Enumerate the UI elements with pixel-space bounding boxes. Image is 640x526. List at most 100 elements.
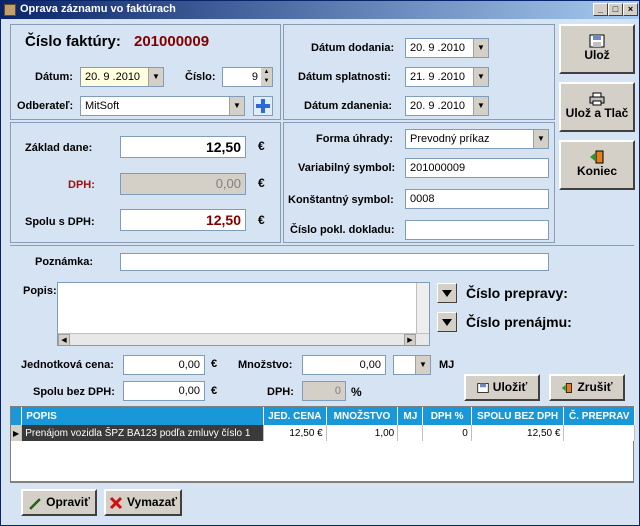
column-header[interactable]: SPOLU BEZ DPH [471,407,565,425]
variable-symbol-field[interactable]: 201000009 [405,158,549,178]
due-date-dropdown-icon[interactable]: ▼ [473,68,488,86]
tax-base-field[interactable]: 12,50 [120,136,246,158]
cell-transport-number[interactable] [563,425,635,441]
delivery-date-dropdown-icon[interactable]: ▼ [473,39,488,57]
save-item-button[interactable]: Uložiť [464,374,540,401]
subtotal-field[interactable]: 0,00 [123,381,205,401]
cell-subtotal[interactable]: 12,50 € [471,425,565,441]
total-currency: € [258,213,265,227]
number-spinner[interactable]: 9 ▲ ▼ [222,67,273,87]
maximize-button[interactable]: □ [608,3,623,16]
constant-symbol-field[interactable]: 0008 [405,189,549,209]
date-label: Dátum: [35,71,73,83]
rental-number-label: Číslo prenájmu: [466,314,572,330]
column-header[interactable]: DPH % [422,407,472,425]
total-label: Spolu s DPH: [25,216,95,228]
unit-label: MJ [439,359,455,371]
quantity-field[interactable]: 0,00 [302,355,386,375]
window-title: Oprava záznamu vo faktúrach [20,3,176,15]
divider [10,482,634,483]
spinner-arrows-icon[interactable]: ▲ ▼ [261,68,272,86]
tax-date-label: Dátum zdanenia: [304,100,393,112]
items-table: POPIS JED. CENA MNOŽSTVO MJ DPH % SPOLU … [10,406,635,482]
unit-dropdown-icon[interactable]: ▼ [415,356,430,374]
total-field: 12,50 [120,209,246,231]
delivery-date-label: Dátum dodania: [311,42,395,54]
vat-field: 0,00 [120,173,246,195]
delete-button[interactable]: Vymazať [104,489,182,516]
cell-unit[interactable] [397,425,424,441]
printer-icon [589,92,605,106]
item-vat-percent: % [351,385,362,399]
customer-select[interactable]: MitSoft ▼ [80,96,245,116]
table-header: POPIS JED. CENA MNOŽSTVO MJ DPH % SPOLU … [11,407,635,425]
description-textarea[interactable]: ◀ ▶ [57,282,430,346]
cell-description[interactable]: Prenájom vozidla ŠPZ BA123 podľa zmluvy … [21,425,264,441]
customer-dropdown-icon[interactable]: ▼ [229,97,244,115]
delivery-date-field[interactable]: 20. 9 .2010 ▼ [405,38,489,58]
description-label: Popis: [23,285,57,297]
constant-symbol-label: Konštantný symbol: [288,194,394,206]
subtotal-currency: € [211,385,218,397]
item-vat-field: 0 [302,381,346,401]
cash-receipt-label: Číslo pokl. dokladu: [290,224,395,236]
table-row[interactable]: ▶ Prenájom vozidla ŠPZ BA123 podľa zmluv… [11,425,635,441]
date-dropdown-icon[interactable]: ▼ [148,68,163,86]
rental-number-dropdown[interactable] [437,312,457,332]
note-field[interactable] [120,253,549,271]
description-hscrollbar[interactable]: ◀ ▶ [58,333,429,345]
column-header[interactable]: JED. CENA [263,407,327,425]
tax-date-dropdown-icon[interactable]: ▼ [473,97,488,115]
add-customer-button[interactable] [253,96,273,116]
plus-icon [256,99,270,113]
column-header[interactable]: Č. PREPRAV [563,407,635,425]
unit-price-currency: € [211,358,218,370]
unit-select[interactable]: ▼ [393,355,431,375]
cancel-item-button[interactable]: Zrušiť [549,374,625,401]
invoice-number-label: Číslo faktúry: [25,33,121,50]
cell-unit-price[interactable]: 12,50 € [263,425,327,441]
subtotal-label: Spolu bez DPH: [33,386,115,398]
row-indicator-header [11,407,23,425]
save-button[interactable]: Ulož [559,24,635,74]
scroll-left-icon[interactable]: ◀ [58,334,70,345]
invoice-edit-window: Oprava záznamu vo faktúrach _ □ × Číslo … [0,0,640,526]
edit-button[interactable]: Opraviť [21,489,97,516]
close-button[interactable]: × [623,3,638,16]
column-header[interactable]: POPIS [21,407,264,425]
scroll-right-icon[interactable]: ▶ [404,334,416,345]
current-row-indicator-icon: ▶ [11,425,23,441]
payment-method-dropdown-icon[interactable]: ▼ [533,130,548,148]
variable-symbol-label: Variabilný symbol: [298,162,396,174]
column-header[interactable]: MJ [397,407,424,425]
tax-base-label: Základ dane: [25,142,93,154]
due-date-field[interactable]: 21. 9 .2010 ▼ [405,67,489,87]
transport-number-dropdown[interactable] [437,283,457,303]
cash-receipt-field[interactable] [405,220,549,240]
floppy-disk-icon [477,382,489,393]
item-vat-label: DPH: [267,386,294,398]
column-header[interactable]: MNOŽSTVO [326,407,399,425]
cancel-door-icon [562,382,573,393]
description-vscrollbar[interactable] [416,283,429,333]
minimize-button[interactable]: _ [593,3,608,16]
payment-method-label: Forma úhrady: [316,133,394,145]
tax-date-field[interactable]: 20. 9 .2010 ▼ [405,96,489,116]
transport-number-label: Číslo prepravy: [466,285,568,301]
note-label: Poznámka: [35,256,94,268]
vat-currency: € [258,176,265,190]
delete-x-icon [109,496,123,509]
unit-price-field[interactable]: 0,00 [123,355,205,375]
quantity-label: Množstvo: [238,359,293,371]
date-field[interactable]: 20. 9 .2010 ▼ [80,67,164,87]
tax-base-currency: € [258,139,265,153]
save-and-print-button[interactable]: Ulož a Tlač [559,82,635,132]
cell-vat-percent[interactable]: 0 [422,425,472,441]
number-label: Číslo: [185,71,216,83]
customer-label: Odberateľ: [17,100,74,112]
payment-method-select[interactable]: Prevodný príkaz ▼ [405,129,549,149]
invoice-number-value: 201000009 [134,33,210,50]
cell-quantity[interactable]: 1,00 [326,425,399,441]
exit-button[interactable]: Koniec [559,140,635,190]
vat-label: DPH: [68,179,95,191]
